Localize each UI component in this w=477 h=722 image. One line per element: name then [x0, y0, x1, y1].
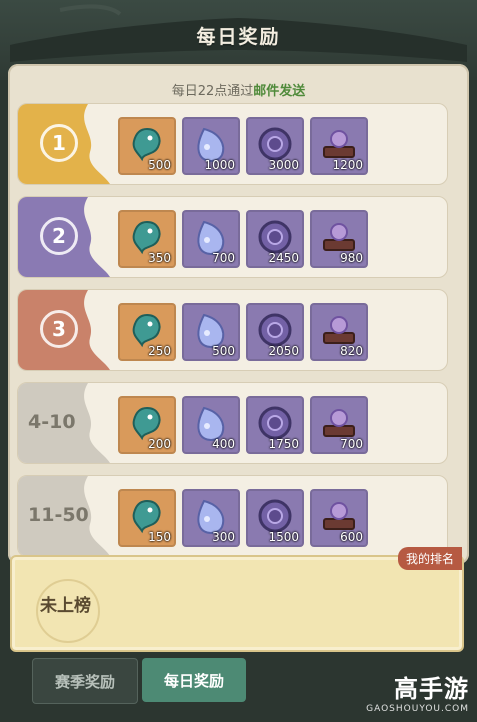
reward-item[interactable]: 200 [118, 396, 176, 454]
item-quantity: 1000 [204, 158, 235, 172]
reward-item[interactable]: 1200 [310, 117, 368, 175]
rank-badge: 2 [40, 217, 78, 255]
item-quantity: 820 [340, 344, 363, 358]
notice-highlight: 邮件发送 [253, 84, 306, 99]
reward-item[interactable]: 700 [310, 396, 368, 454]
my-rank-value: 未上榜 [40, 596, 91, 616]
item-quantity: 500 [148, 158, 171, 172]
item-quantity: 200 [148, 437, 171, 451]
reward-item[interactable]: 150 [118, 489, 176, 547]
item-quantity: 300 [212, 530, 235, 544]
reward-item[interactable]: 980 [310, 210, 368, 268]
reward-item[interactable]: 500 [182, 303, 240, 361]
rank-range-label: 11-50 [28, 504, 89, 526]
reward-item[interactable]: 600 [310, 489, 368, 547]
reward-item[interactable]: 1500 [246, 489, 304, 547]
reward-row: 3 250 500 2050 820 [17, 289, 448, 371]
item-quantity: 600 [340, 530, 363, 544]
reward-item[interactable]: 1750 [246, 396, 304, 454]
item-quantity: 400 [212, 437, 235, 451]
page-title: 每日奖励 [196, 26, 281, 48]
watermark-url: GAOSHOUYOU.COM [366, 704, 469, 714]
reward-item[interactable]: 350 [118, 210, 176, 268]
item-quantity: 500 [212, 344, 235, 358]
item-quantity: 3000 [268, 158, 299, 172]
watermark-brand: 高手游 [394, 675, 469, 703]
rank-badge: 1 [40, 124, 78, 162]
item-quantity: 700 [212, 251, 235, 265]
item-quantity: 700 [340, 437, 363, 451]
reward-item[interactable]: 250 [118, 303, 176, 361]
reward-item[interactable]: 300 [182, 489, 240, 547]
reward-item[interactable]: 1000 [182, 117, 240, 175]
watermark: 高手游 GAOSHOUYOU.COM [366, 669, 469, 714]
reward-row: 2 350 700 2450 980 [17, 196, 448, 278]
rank-badge: 3 [40, 310, 78, 348]
mail-notice: 每日22点通过邮件发送 [0, 80, 477, 99]
item-quantity: 150 [148, 530, 171, 544]
item-quantity: 1750 [268, 437, 299, 451]
reward-row: 1 500 1000 3000 1200 [17, 103, 448, 185]
reward-row: 4-10 200 400 1750 700 [17, 382, 448, 464]
item-quantity: 2050 [268, 344, 299, 358]
tab-season-rewards[interactable]: 赛季奖励 [32, 658, 138, 704]
item-quantity: 350 [148, 251, 171, 265]
item-quantity: 980 [340, 251, 363, 265]
my-rank-tag: 我的排名 [397, 547, 462, 570]
reward-item[interactable]: 2050 [246, 303, 304, 361]
reward-item[interactable]: 700 [182, 210, 240, 268]
notice-prefix: 每日22点通过 [171, 84, 254, 99]
reward-item[interactable]: 400 [182, 396, 240, 454]
item-quantity: 2450 [268, 251, 299, 265]
rank-range-label: 4-10 [28, 411, 76, 433]
tab-daily-rewards[interactable]: 每日奖励 [142, 658, 246, 702]
reward-item[interactable]: 820 [310, 303, 368, 361]
reward-item[interactable]: 500 [118, 117, 176, 175]
item-quantity: 250 [148, 344, 171, 358]
item-quantity: 1500 [268, 530, 299, 544]
reward-row: 11-50 150 300 1500 600 [17, 475, 448, 557]
reward-item[interactable]: 3000 [246, 117, 304, 175]
my-rank-panel: 我的排名 未上榜 [10, 547, 464, 652]
reward-item[interactable]: 2450 [246, 210, 304, 268]
item-quantity: 1200 [332, 158, 363, 172]
